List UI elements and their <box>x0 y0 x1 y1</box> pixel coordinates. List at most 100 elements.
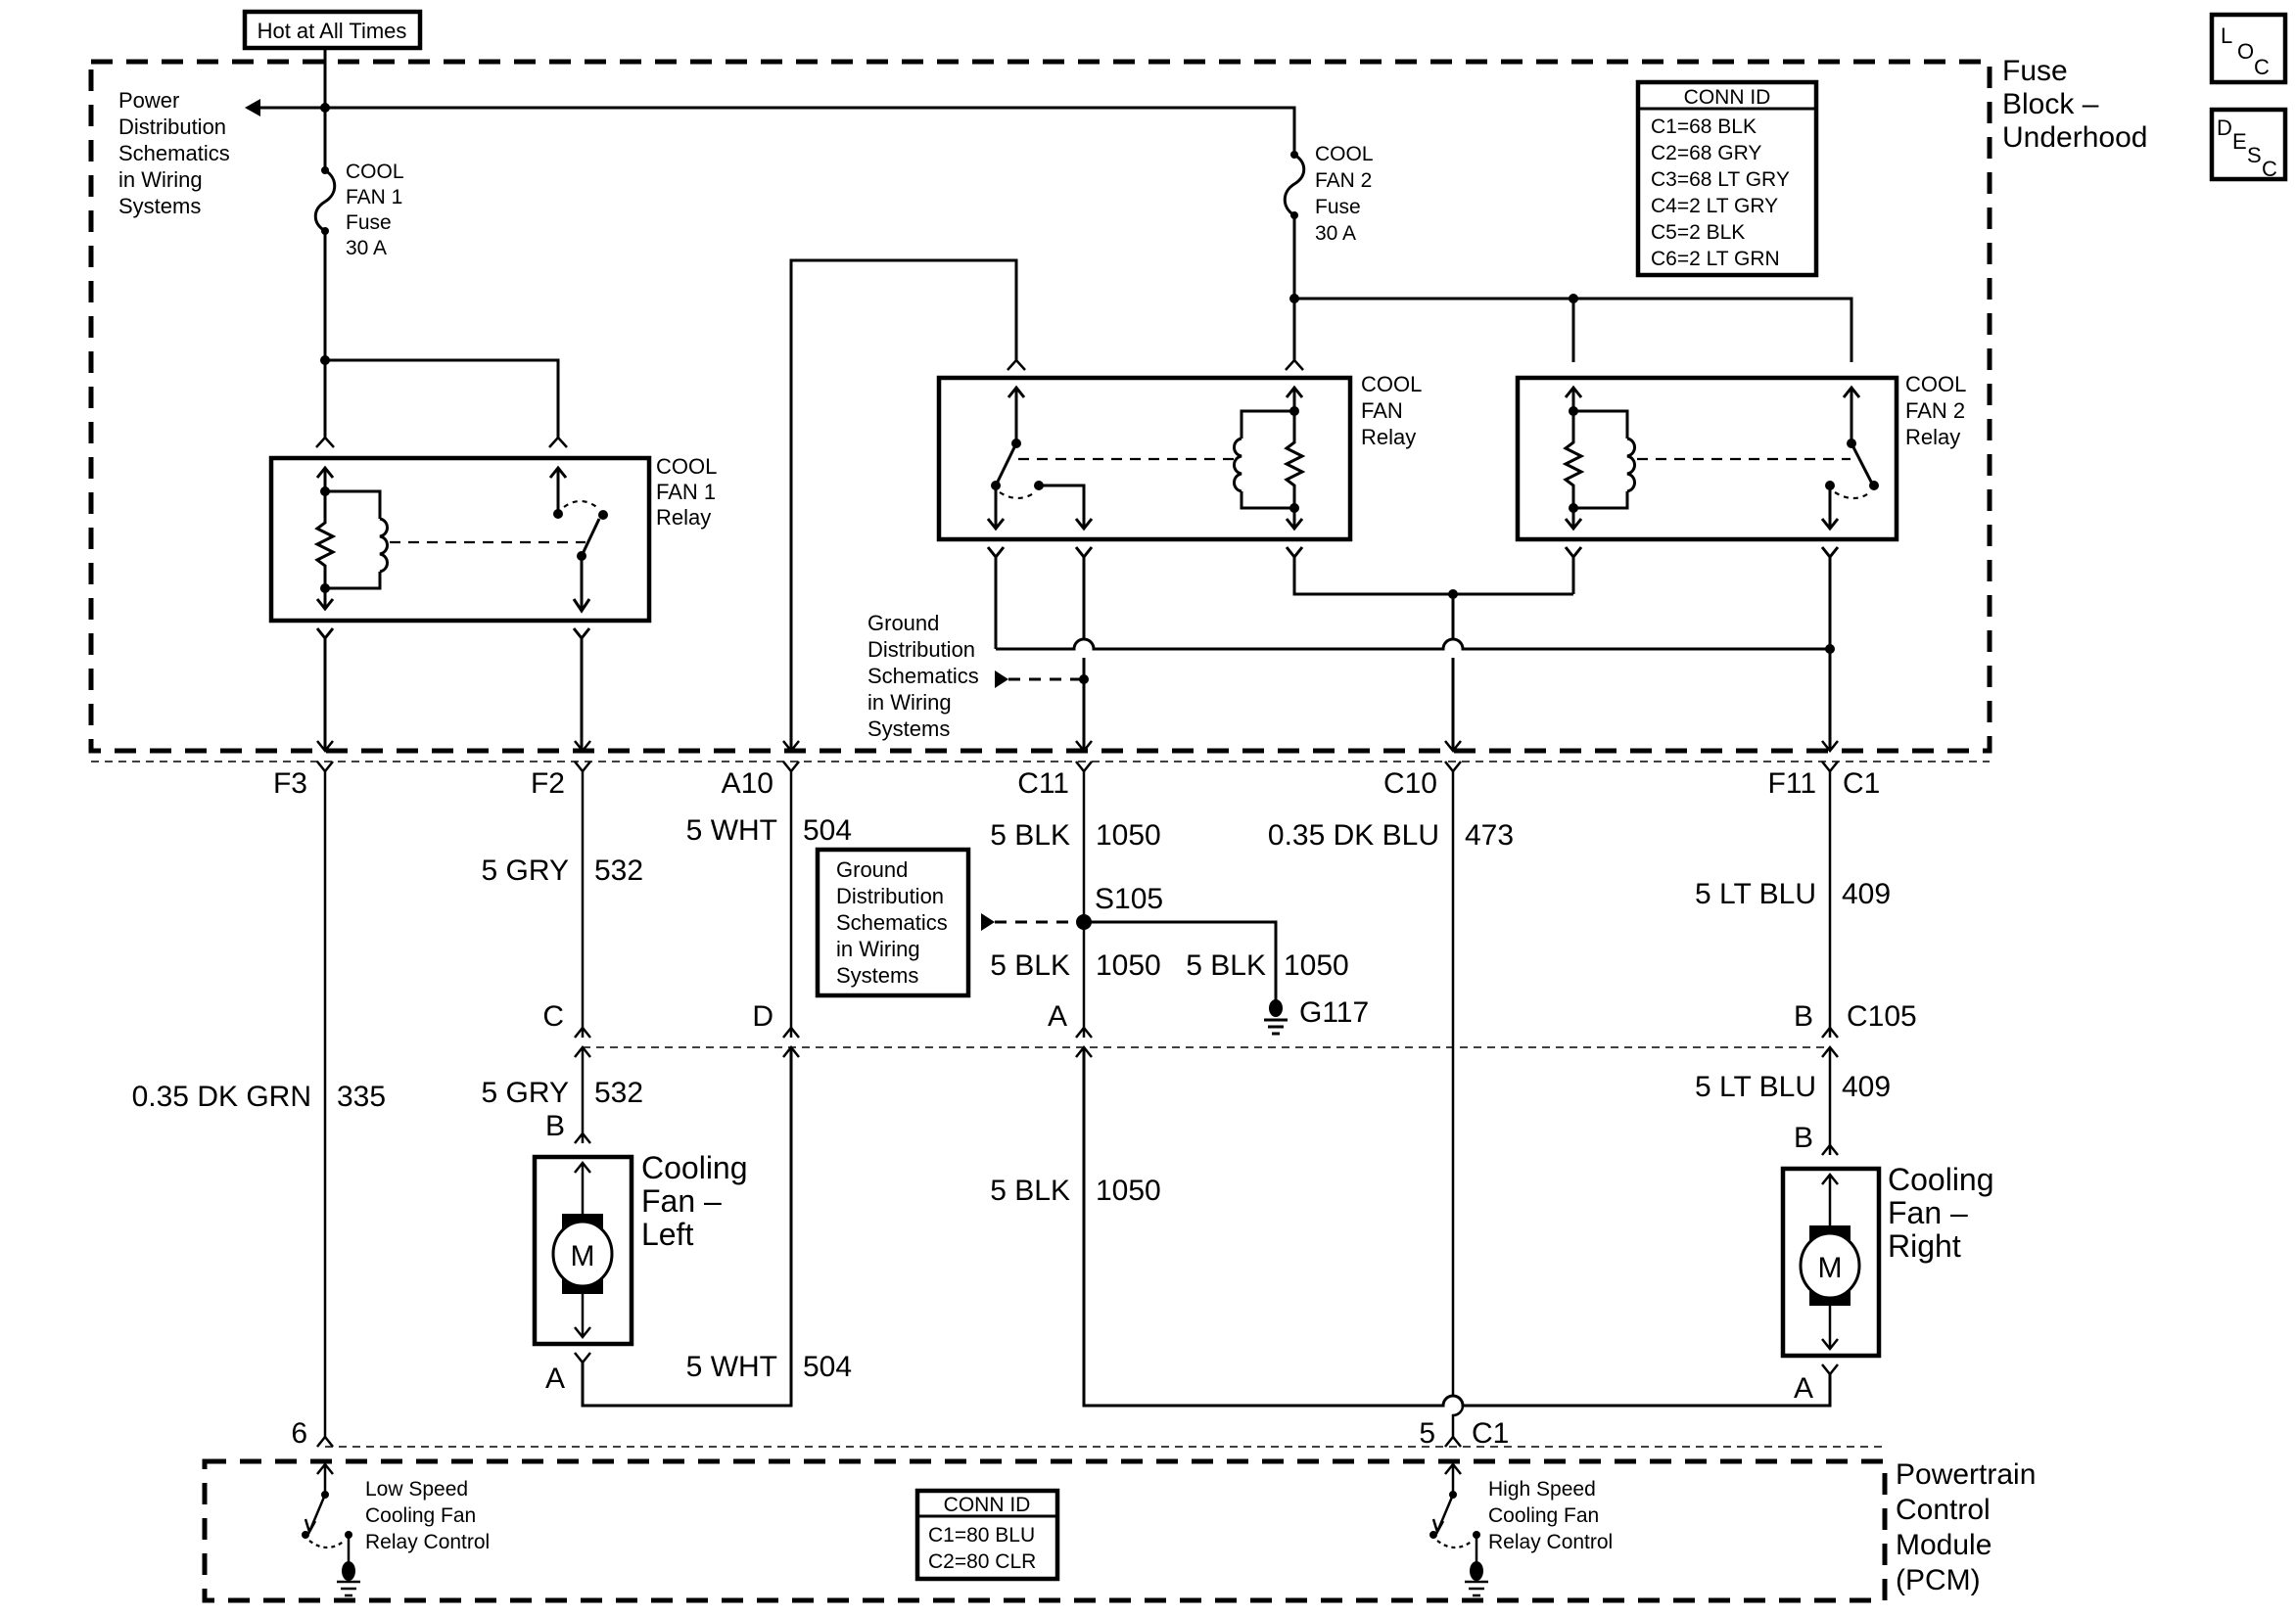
svg-text:FAN 2: FAN 2 <box>1315 169 1372 192</box>
cool-fan-1-relay: COOL FAN 1 Relay <box>268 436 717 751</box>
svg-text:B: B <box>1794 1122 1813 1154</box>
svg-text:Ground: Ground <box>836 857 908 882</box>
svg-text:C11: C11 <box>1017 767 1069 800</box>
svg-text:C5=2 BLK: C5=2 BLK <box>1651 221 1745 244</box>
svg-text:Cooling Fan: Cooling Fan <box>1488 1504 1599 1527</box>
svg-text:C1=80 BLU: C1=80 BLU <box>928 1524 1035 1547</box>
svg-text:C2=68 GRY: C2=68 GRY <box>1651 142 1761 164</box>
svg-text:0.35 DK GRN: 0.35 DK GRN <box>132 1081 311 1113</box>
svg-text:5 GRY: 5 GRY <box>482 1077 570 1109</box>
svg-text:in Wiring: in Wiring <box>836 937 920 961</box>
svg-text:335: 335 <box>337 1081 386 1113</box>
loc-button[interactable]: L O C <box>2209 12 2288 85</box>
desc-button[interactable]: D E S C <box>2209 107 2288 182</box>
svg-text:Cooling Fan: Cooling Fan <box>365 1504 476 1527</box>
pcm-connector-c1: 6 5 C1 <box>291 1417 1885 1450</box>
hot-at-all-times-label: Hot at All Times <box>258 19 407 43</box>
svg-text:0.35 DK BLU: 0.35 DK BLU <box>1268 819 1439 852</box>
svg-text:COOL: COOL <box>1361 372 1422 396</box>
svg-text:COOL: COOL <box>656 454 717 479</box>
svg-text:532: 532 <box>594 1077 643 1109</box>
svg-text:Relay: Relay <box>1905 425 1960 449</box>
svg-text:6: 6 <box>291 1417 307 1450</box>
svg-text:COOL: COOL <box>346 161 404 183</box>
svg-text:A: A <box>1794 1372 1813 1405</box>
svg-text:FAN 2: FAN 2 <box>1905 398 1965 423</box>
svg-text:Fuse: Fuse <box>2002 55 2068 87</box>
svg-text:C4=2 LT GRY: C4=2 LT GRY <box>1651 195 1778 217</box>
fuse-block-conn-id-table: CONN ID C1=68 BLK C2=68 GRY C3=68 LT GRY… <box>1635 79 1819 278</box>
svg-text:Schematics: Schematics <box>118 141 230 165</box>
svg-text:Systems: Systems <box>118 194 201 218</box>
svg-text:High Speed: High Speed <box>1488 1478 1596 1501</box>
svg-text:Control: Control <box>1896 1494 1991 1526</box>
connector-c105: C D A B C105 <box>542 1000 1917 1058</box>
svg-text:Power: Power <box>118 88 179 113</box>
wire-labels-lower: 0.35 DK GRN 335 5 GRY 532 5 LT BLU 409 5… <box>132 1071 1891 1383</box>
svg-text:C: C <box>2262 157 2277 181</box>
svg-text:B: B <box>1794 1000 1813 1033</box>
svg-text:M: M <box>1818 1252 1843 1284</box>
svg-text:C2=80 CLR: C2=80 CLR <box>928 1550 1036 1573</box>
svg-text:504: 504 <box>803 1351 852 1383</box>
svg-text:C1=68 BLK: C1=68 BLK <box>1651 116 1757 138</box>
svg-text:Underhood: Underhood <box>2002 121 2147 154</box>
svg-text:Low Speed: Low Speed <box>365 1478 468 1501</box>
high-speed-relay-control-switch: High Speed Cooling Fan Relay Control <box>1429 1461 1613 1597</box>
svg-text:Block –: Block – <box>2002 88 2099 120</box>
splice-s105: S105 5 BLK 1050 5 BLK 1050 <box>981 883 1349 1000</box>
svg-text:1050: 1050 <box>1096 819 1161 852</box>
feed-wires <box>260 48 1296 168</box>
cooling-fan-wiring-schematic: Hot at All Times Fuse Block – Underhood … <box>88 9 2288 1603</box>
ground-icon <box>1269 999 1283 1017</box>
svg-text:5 LT BLU: 5 LT BLU <box>1695 878 1816 910</box>
svg-text:Cooling: Cooling <box>641 1150 748 1185</box>
svg-text:409: 409 <box>1842 1071 1891 1103</box>
power-distribution-reference[interactable]: Power Distribution Schematics in Wiring … <box>118 88 260 218</box>
svg-text:Ground: Ground <box>867 611 939 635</box>
svg-text:5 GRY: 5 GRY <box>482 855 570 887</box>
svg-text:Relay: Relay <box>1361 425 1416 449</box>
fuse-block-title: Fuse Block – Underhood <box>2002 55 2147 154</box>
svg-text:5 WHT: 5 WHT <box>686 1351 777 1383</box>
svg-text:in Wiring: in Wiring <box>118 167 203 192</box>
svg-text:F11: F11 <box>1768 767 1816 800</box>
svg-text:G117: G117 <box>1299 996 1369 1029</box>
svg-text:M: M <box>571 1240 595 1272</box>
svg-text:Cooling: Cooling <box>1888 1162 1994 1197</box>
ground-icon <box>1470 1561 1483 1581</box>
svg-text:C: C <box>2254 55 2270 79</box>
svg-text:Fuse: Fuse <box>1315 196 1361 218</box>
svg-text:Relay: Relay <box>656 505 711 530</box>
ground-distribution-reference-upper[interactable]: Ground Distribution Schematics in Wiring… <box>867 611 979 741</box>
svg-text:409: 409 <box>1842 878 1891 910</box>
svg-text:1050: 1050 <box>1096 949 1161 982</box>
arrow-left-icon <box>245 99 260 116</box>
wire-labels-upper: 5 WHT 504 5 GRY 532 5 BLK 1050 0.35 DK B… <box>482 814 1892 910</box>
svg-text:5 BLK: 5 BLK <box>1186 949 1266 982</box>
svg-text:F3: F3 <box>273 767 307 800</box>
svg-text:1050: 1050 <box>1284 949 1349 982</box>
cool-fan-relay: COOL FAN Relay <box>936 358 1422 542</box>
svg-text:in Wiring: in Wiring <box>867 690 952 715</box>
svg-text:5: 5 <box>1419 1417 1435 1450</box>
fuse-block-pin-labels: F3 F2 A10 C11 C10 F11 C1 <box>273 767 1880 800</box>
svg-text:5 BLK: 5 BLK <box>990 949 1070 982</box>
svg-text:30 A: 30 A <box>346 237 387 259</box>
ground-icon <box>342 1561 355 1581</box>
svg-text:A: A <box>1048 1000 1067 1033</box>
svg-text:Left: Left <box>641 1217 693 1252</box>
relay-interconnect-wiring <box>986 546 1840 751</box>
ground-distribution-reference-box[interactable]: Ground Distribution Schematics in Wiring… <box>815 847 971 998</box>
svg-text:C10: C10 <box>1383 767 1437 800</box>
low-speed-relay-control-switch: Low Speed Cooling Fan Relay Control <box>302 1461 490 1597</box>
svg-text:O: O <box>2237 39 2254 64</box>
svg-text:Fuse: Fuse <box>346 211 392 234</box>
svg-text:Module: Module <box>1896 1529 1991 1561</box>
svg-text:5 WHT: 5 WHT <box>686 814 777 847</box>
svg-text:C6=2 LT GRN: C6=2 LT GRN <box>1651 248 1780 270</box>
svg-text:(PCM): (PCM) <box>1896 1564 1981 1596</box>
svg-text:COOL: COOL <box>1315 143 1374 165</box>
cool-fan-2-relay: COOL FAN 2 Relay <box>1515 372 1966 542</box>
svg-text:Right: Right <box>1888 1228 1961 1264</box>
